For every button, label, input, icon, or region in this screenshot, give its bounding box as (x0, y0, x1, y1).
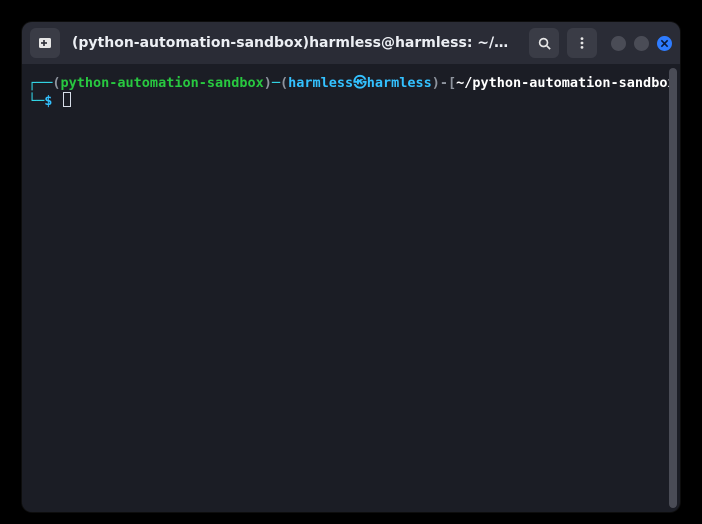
new-tab-button[interactable] (30, 28, 60, 58)
prompt-venv: python-automation-sandbox (61, 75, 264, 91)
scrollbar[interactable] (669, 68, 677, 508)
prompt-cwd: ~/python-automation-sandbox (456, 75, 669, 91)
close-icon (660, 39, 669, 48)
prompt-box-bottom: └─ (28, 93, 44, 109)
search-button[interactable] (529, 28, 559, 58)
prompt-dollar: $ (44, 93, 52, 109)
maximize-button[interactable] (634, 36, 649, 51)
prompt-skull-icon: ㉿ (353, 75, 367, 91)
window-controls (611, 36, 672, 51)
scrollbar-thumb[interactable] (669, 68, 677, 508)
prompt-paren-close-1: ) (264, 75, 272, 91)
prompt-dash: ─ (272, 75, 280, 91)
prompt-box-top: ┌── (28, 75, 52, 91)
titlebar: (python-automation-sandbox)harmless@harm… (22, 22, 680, 64)
prompt-paren-close-2: ) (432, 75, 440, 91)
search-icon (537, 36, 552, 51)
close-button[interactable] (657, 36, 672, 51)
cursor (63, 92, 71, 107)
new-tab-icon (37, 35, 53, 51)
prompt-host: harmless (367, 75, 432, 91)
minimize-button[interactable] (611, 36, 626, 51)
menu-button[interactable] (567, 28, 597, 58)
terminal-body-wrap: ┌──(python-automation-sandbox)─(harmless… (22, 64, 680, 512)
prompt-paren-open-1: ( (52, 75, 60, 91)
prompt-paren-open-2: ( (280, 75, 288, 91)
prompt-dash-bracket: -[ (440, 75, 456, 91)
window-title: (python-automation-sandbox)harmless@harm… (68, 35, 521, 51)
terminal-window: (python-automation-sandbox)harmless@harm… (22, 22, 680, 512)
menu-icon (575, 36, 589, 50)
terminal-body[interactable]: ┌──(python-automation-sandbox)─(harmless… (22, 64, 669, 512)
prompt-user: harmless (288, 75, 353, 91)
